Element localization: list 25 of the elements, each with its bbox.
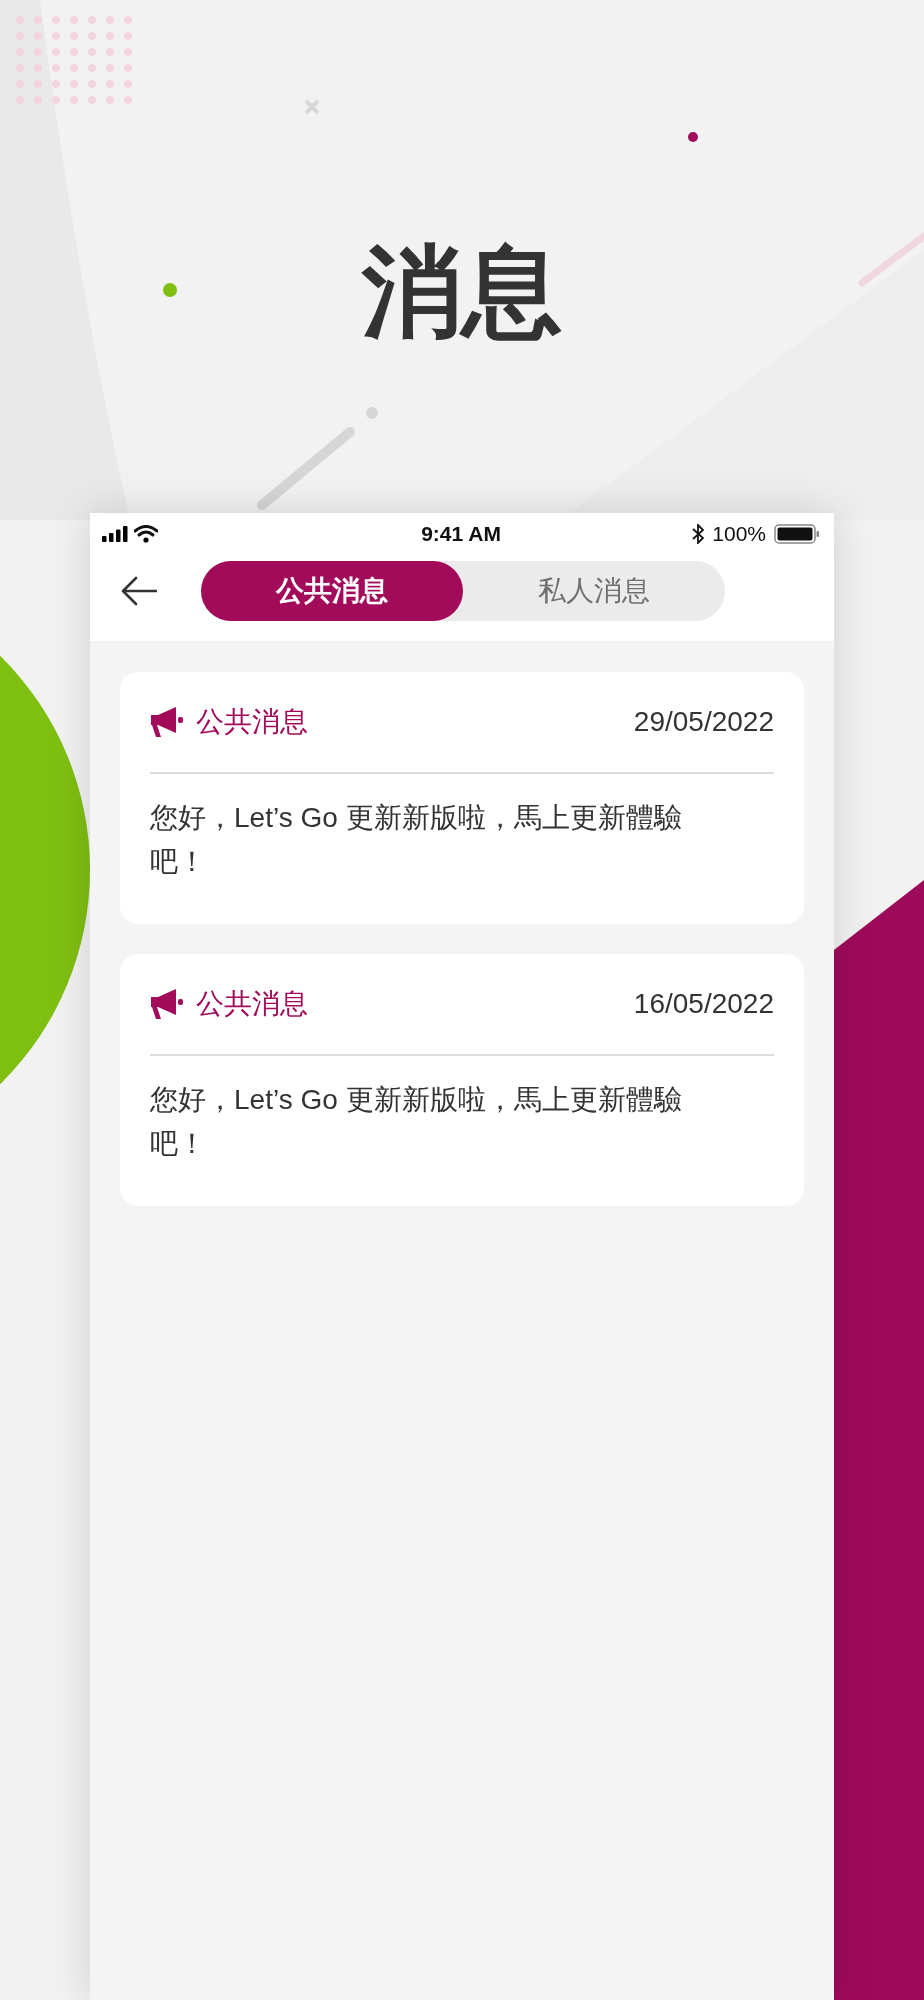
message-card[interactable]: 公共消息 16/05/2022 您好，Let’s Go 更新新版啦，馬上更新體驗吧！	[120, 954, 804, 1206]
message-text: 您好，Let’s Go 更新新版啦，馬上更新體驗吧！	[150, 801, 683, 879]
message-date: 29/05/2022	[633, 706, 774, 738]
message-category: 公共消息	[196, 987, 308, 1021]
decorative-dot	[688, 132, 698, 142]
decorative-dot	[163, 283, 177, 297]
wifi-icon	[134, 525, 158, 543]
message-date: 16/05/2022	[633, 988, 774, 1020]
bluetooth-icon	[692, 524, 705, 544]
message-card[interactable]: 公共消息 29/05/2022 您好，Let’s Go 更新新版啦，馬上更新體驗吧！	[120, 672, 804, 924]
message-text: 您好，Let’s Go 更新新版啦，馬上更新體驗吧！	[150, 1083, 683, 1161]
decorative-line	[858, 232, 924, 287]
headline: 消息	[362, 234, 562, 349]
message-category: 公共消息	[196, 705, 308, 739]
back-arrow-icon	[121, 576, 157, 606]
signal-icon	[102, 526, 128, 542]
status-time: 9:41 AM	[421, 522, 501, 546]
tab[interactable]: 公共消息	[201, 561, 463, 621]
megaphone-icon	[150, 988, 184, 1020]
decorative-dot	[366, 407, 378, 419]
battery-percent: 100%	[712, 522, 766, 546]
battery-icon	[774, 524, 820, 544]
cross-mark	[304, 99, 320, 115]
megaphone-icon	[150, 706, 184, 738]
tab[interactable]: 私人消息	[463, 561, 725, 621]
